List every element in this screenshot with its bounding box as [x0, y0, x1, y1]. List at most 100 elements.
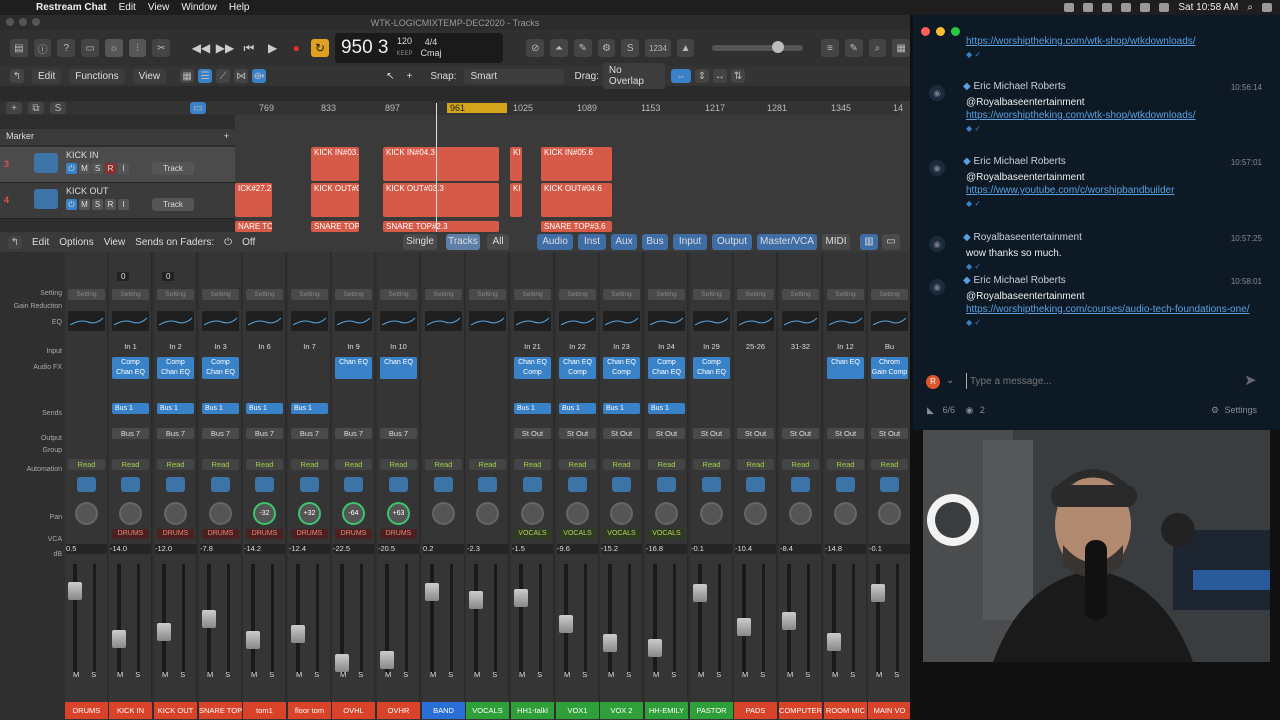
- output-slot[interactable]: St Out: [693, 428, 730, 439]
- input-slot[interactable]: 25-26: [737, 341, 774, 352]
- message-link[interactable]: https://www.youtube.com/c/worshipbandbui…: [966, 184, 1256, 197]
- message-link[interactable]: https://worshiptheking.com/wtk-shop/wtkd…: [966, 35, 1256, 48]
- output-slot[interactable]: St Out: [737, 428, 774, 439]
- solo-button[interactable]: S: [582, 670, 587, 679]
- eq-thumbnail[interactable]: [648, 311, 685, 331]
- pan-knob[interactable]: +32: [298, 502, 321, 525]
- output-slot[interactable]: Bus 7: [291, 428, 328, 439]
- replace-icon[interactable]: ⊘: [526, 39, 545, 57]
- narrow-strips-icon[interactable]: ▥: [860, 234, 878, 250]
- channel-name[interactable]: HH1-talkl: [511, 702, 554, 719]
- pan-knob[interactable]: [744, 502, 767, 525]
- solo-icon[interactable]: ✎: [573, 39, 592, 57]
- channel-name[interactable]: PASTOR: [690, 702, 733, 719]
- eq-thumbnail[interactable]: [68, 311, 105, 331]
- mute-button[interactable]: M: [608, 670, 614, 679]
- audio-fx-slot[interactable]: Chan EQ Comp: [603, 357, 640, 379]
- setting-button[interactable]: Setting: [425, 289, 462, 300]
- output-slot[interactable]: St Out: [648, 428, 685, 439]
- tuner-icon[interactable]: ⏶: [550, 39, 568, 57]
- track-header-3[interactable]: 3 KICK IN ⏻ M S R I Track: [0, 147, 235, 183]
- filter-output[interactable]: Output: [712, 234, 752, 250]
- ruler-cycle-region[interactable]: 961: [447, 103, 507, 113]
- inspector-icon[interactable]: ⓘ: [33, 39, 52, 57]
- db-readout[interactable]: -14.2: [244, 544, 285, 554]
- chevron-down-icon[interactable]: ⌄: [946, 375, 954, 386]
- mute-button[interactable]: M: [207, 670, 213, 679]
- automation-mode[interactable]: Read: [603, 459, 640, 470]
- db-readout[interactable]: -14.8: [825, 544, 866, 554]
- fader-cap[interactable]: [246, 630, 260, 649]
- settings-link[interactable]: Settings: [1224, 405, 1257, 415]
- setting-button[interactable]: Setting: [68, 289, 105, 300]
- record-enable-button[interactable]: R: [105, 199, 116, 210]
- track-copy-icon[interactable]: ⧉: [28, 102, 44, 114]
- filter-inst[interactable]: Inst: [578, 234, 606, 250]
- browser-icon[interactable]: ▦: [892, 39, 910, 57]
- input-slot[interactable]: In 3: [202, 341, 239, 352]
- send-slot[interactable]: Bus 1: [648, 403, 685, 414]
- toolbar-icon[interactable]: ▭: [81, 39, 99, 57]
- output-slot[interactable]: St Out: [871, 428, 908, 439]
- audio-fx-slot[interactable]: Chan EQ Comp: [559, 357, 596, 379]
- menubar-time[interactable]: Sat 10:58 AM: [1178, 2, 1238, 13]
- solo-button[interactable]: S: [626, 670, 631, 679]
- track-name[interactable]: KICK OUT: [66, 186, 109, 196]
- setting-button[interactable]: Setting: [514, 289, 551, 300]
- db-readout[interactable]: -16.8: [646, 544, 687, 554]
- send-slot[interactable]: Bus 1: [559, 403, 596, 414]
- editors-icon[interactable]: ✂: [152, 39, 171, 57]
- automation-mode[interactable]: Read: [246, 459, 283, 470]
- settings-icon[interactable]: ⚙: [1211, 405, 1219, 416]
- setting-button[interactable]: Setting: [469, 289, 506, 300]
- db-readout[interactable]: -22.5: [333, 544, 374, 554]
- list-editors-icon[interactable]: ≡: [821, 39, 839, 57]
- solo-button[interactable]: S: [92, 199, 103, 210]
- vca-assignment[interactable]: VOCALS: [603, 529, 640, 539]
- fader-cap[interactable]: [425, 583, 439, 602]
- fader-cap[interactable]: [112, 630, 126, 648]
- fader-cap[interactable]: [157, 623, 171, 642]
- vca-assignment[interactable]: DRUMS: [112, 529, 149, 539]
- db-readout[interactable]: -12.0: [155, 544, 196, 554]
- mute-button[interactable]: M: [474, 670, 480, 679]
- pencil-tool-icon[interactable]: +: [406, 71, 412, 82]
- pan-knob[interactable]: [432, 502, 455, 525]
- automation-mode[interactable]: Read: [737, 459, 774, 470]
- db-readout[interactable]: -8.4: [780, 544, 821, 554]
- input-monitor-button[interactable]: I: [118, 163, 129, 174]
- output-slot[interactable]: St Out: [559, 428, 596, 439]
- channel-name[interactable]: VOCALS: [466, 702, 509, 719]
- output-slot[interactable]: St Out: [827, 428, 864, 439]
- fader-cap[interactable]: [68, 582, 82, 601]
- chrome-icon[interactable]: [1083, 3, 1094, 12]
- pan-knob[interactable]: [521, 502, 544, 525]
- setting-button[interactable]: Setting: [648, 289, 685, 300]
- mute-button[interactable]: M: [653, 670, 659, 679]
- audio-region[interactable]: SNARE TOP#3.6: [541, 221, 612, 232]
- db-readout[interactable]: -2.3: [467, 544, 508, 554]
- automation-mode[interactable]: Read: [693, 459, 730, 470]
- vca-assignment[interactable]: VOCALS: [648, 529, 685, 539]
- setting-button[interactable]: Setting: [871, 289, 908, 300]
- pan-knob[interactable]: [789, 502, 812, 525]
- eq-thumbnail[interactable]: [693, 311, 730, 331]
- tracks-view-menu[interactable]: View: [132, 68, 167, 84]
- automation-mode[interactable]: Read: [469, 459, 506, 470]
- single-view-tab[interactable]: Single: [403, 234, 437, 250]
- audio-fx-slot[interactable]: Chrom Gain Comp: [871, 357, 908, 379]
- eq-thumbnail[interactable]: [246, 311, 283, 331]
- solo-button[interactable]: S: [269, 670, 274, 679]
- library-icon[interactable]: ▤: [10, 39, 28, 57]
- input-slot[interactable]: In 10: [380, 341, 417, 352]
- input-slot[interactable]: In 22: [559, 341, 596, 352]
- filter-bus[interactable]: Bus: [642, 234, 668, 250]
- mute-button[interactable]: M: [430, 670, 436, 679]
- audio-fx-slot[interactable]: Comp Chan EQ: [648, 357, 685, 379]
- mute-button[interactable]: M: [832, 670, 838, 679]
- search-icon[interactable]: ⌕: [1247, 2, 1253, 13]
- input-slot[interactable]: In 9: [335, 341, 372, 352]
- audio-region[interactable]: SNARE TOP: [311, 221, 359, 232]
- db-readout[interactable]: -15.2: [601, 544, 642, 554]
- siri-icon[interactable]: [1262, 3, 1272, 12]
